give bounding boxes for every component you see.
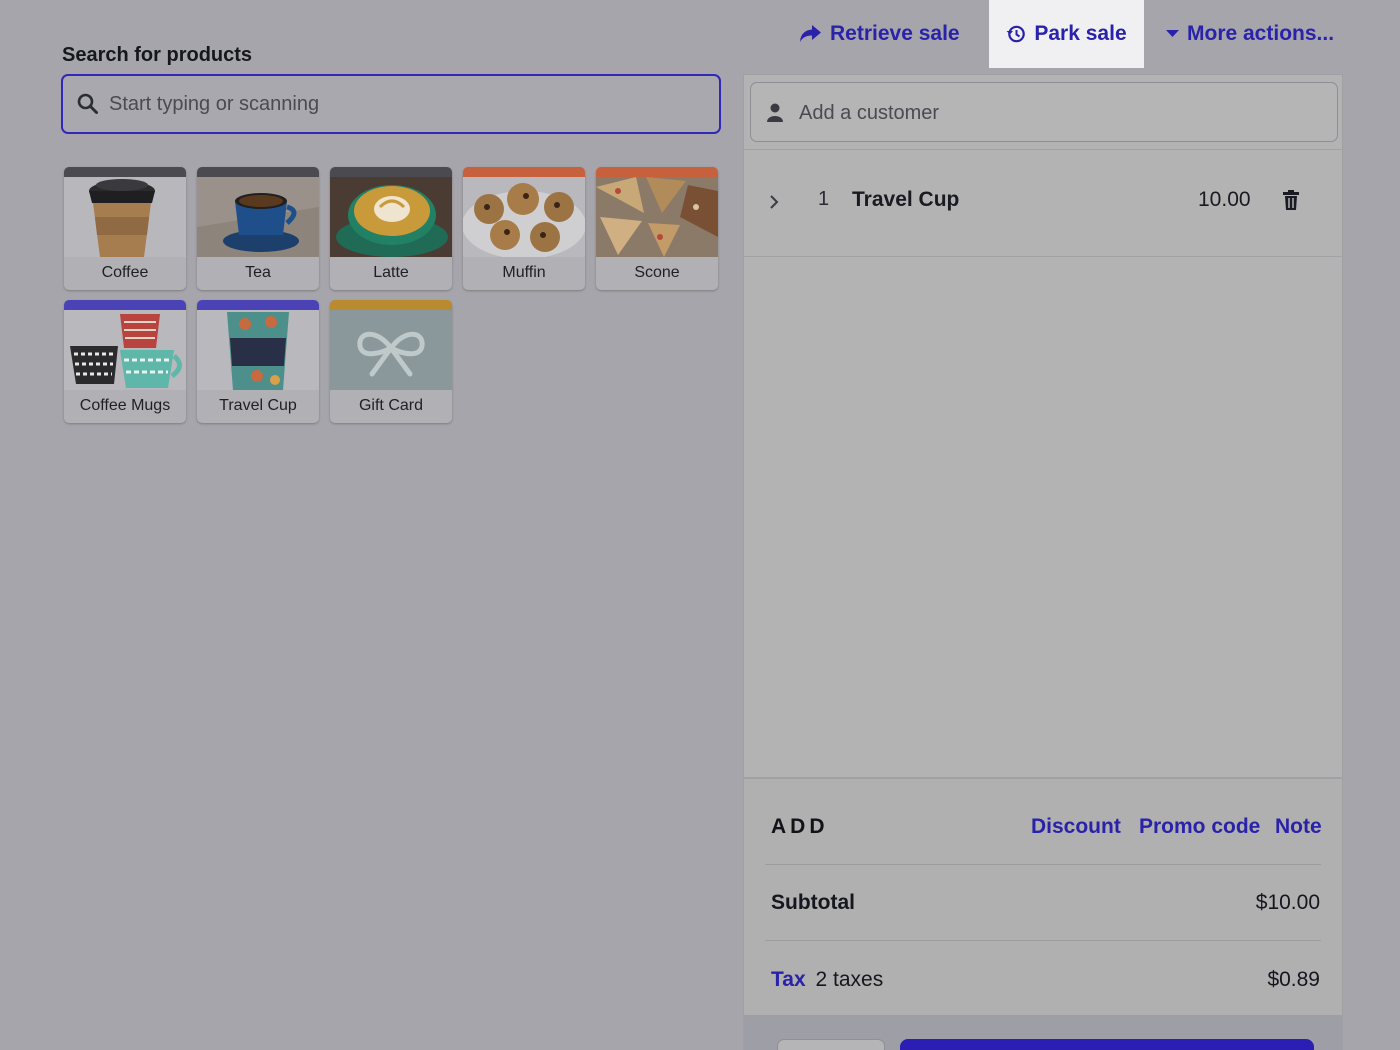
secondary-action-button[interactable] (777, 1039, 885, 1050)
product-label: Muffin (502, 264, 546, 281)
latte-image (330, 177, 452, 257)
sale-panel: Add a customer 1 Travel Cup 10.00 ADD Di… (743, 74, 1343, 1050)
product-tile-latte[interactable]: Latte (330, 167, 452, 290)
product-label: Coffee Mugs (79, 397, 171, 414)
coffee-cup-image (64, 177, 186, 257)
search-box[interactable] (61, 74, 721, 134)
gift-ribbon-icon (330, 310, 452, 390)
product-label: Tea (245, 264, 271, 281)
subtotal-label: Subtotal (771, 891, 855, 914)
park-sale-button[interactable]: Park sale (989, 0, 1144, 68)
category-bar (463, 167, 585, 177)
mugs-image (64, 310, 186, 390)
product-tile-tea[interactable]: Tea (197, 167, 319, 290)
item-quantity: 1 (818, 188, 830, 210)
tax-value: $0.89 (1267, 968, 1320, 991)
category-bar (64, 167, 186, 177)
product-tile-travel-cup[interactable]: Travel Cup (197, 300, 319, 423)
share-arrow-icon (798, 23, 822, 45)
cart-line-item[interactable]: 1 Travel Cup 10.00 (744, 150, 1342, 256)
retrieve-sale-label: Retrieve sale (830, 22, 960, 45)
subtotal-value: $10.00 (1255, 891, 1320, 914)
category-bar (330, 167, 452, 177)
discount-link[interactable]: Discount (1031, 815, 1121, 839)
caret-down-icon (1166, 29, 1179, 39)
product-label: Coffee (101, 264, 149, 281)
item-price: 10.00 (1198, 188, 1251, 211)
search-title: Search for products (62, 44, 253, 66)
search-icon (77, 93, 99, 120)
search-input[interactable] (109, 76, 709, 132)
promo-code-link[interactable]: Promo code (1139, 815, 1260, 839)
more-actions-label: More actions... (1187, 22, 1335, 45)
category-bar (197, 300, 319, 310)
product-label: Latte (373, 264, 409, 281)
product-tile-scone[interactable]: Scone (596, 167, 718, 290)
totals-section: ADD Discount Promo code Note Subtotal $1… (744, 777, 1342, 1017)
category-bar (197, 167, 319, 177)
tax-detail: 2 taxes (815, 968, 884, 991)
product-label: Scone (634, 264, 680, 281)
add-label: ADD (771, 815, 829, 838)
category-bar (330, 300, 452, 310)
product-tile-coffee-mugs[interactable]: Coffee Mugs (64, 300, 186, 423)
add-customer-field[interactable]: Add a customer (750, 82, 1338, 142)
add-customer-placeholder: Add a customer (799, 102, 940, 124)
product-tile-gift-card[interactable]: Gift Card (330, 300, 452, 423)
category-bar (64, 300, 186, 310)
product-label: Travel Cup (219, 397, 297, 414)
more-actions-button[interactable]: More actions... (1166, 0, 1334, 68)
divider (765, 864, 1321, 865)
tax-row: Tax 2 taxes (771, 968, 883, 992)
tax-link[interactable]: Tax (771, 968, 806, 991)
product-label: Gift Card (358, 397, 423, 414)
history-icon (1006, 24, 1026, 44)
product-tile-muffin[interactable]: Muffin (463, 167, 585, 290)
tea-cup-image (197, 177, 319, 257)
trash-icon[interactable] (1283, 190, 1299, 215)
park-sale-label: Park sale (1034, 22, 1127, 45)
item-name: Travel Cup (852, 188, 960, 211)
action-bar (744, 1015, 1342, 1050)
travel-cup-image (197, 310, 319, 390)
category-bar (596, 167, 718, 177)
muffin-image (463, 177, 585, 257)
product-tile-coffee[interactable]: Coffee (64, 167, 186, 290)
retrieve-sale-button[interactable]: Retrieve sale (798, 0, 960, 68)
pay-button[interactable] (900, 1039, 1314, 1050)
scone-image (596, 177, 718, 257)
divider (765, 940, 1321, 941)
gift-card-image (330, 310, 452, 390)
user-icon (767, 103, 783, 127)
chevron-right-icon[interactable] (769, 194, 779, 215)
note-link[interactable]: Note (1275, 815, 1322, 839)
divider (744, 256, 1342, 257)
